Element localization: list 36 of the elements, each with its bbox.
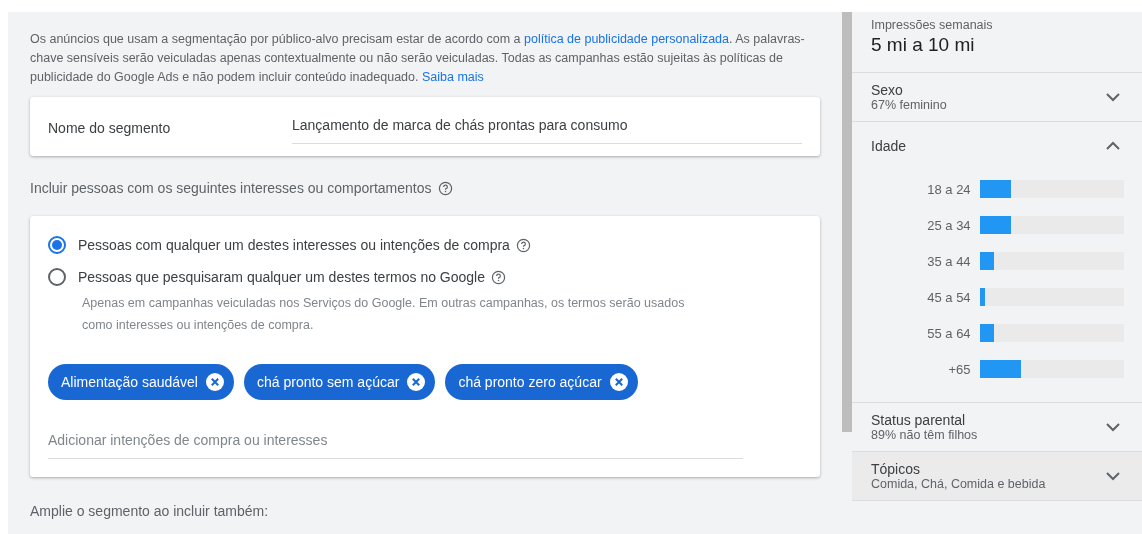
age-label: +65 xyxy=(947,361,971,377)
interest-chip[interactable]: chá pronto sem açúcar xyxy=(244,364,436,400)
impressions-label: Impressões semanais xyxy=(871,18,994,32)
policy-notice: Os anúncios que usam a segmentação por público-alvo precisam estar de acordo com a política de publicidade personalizada. As palavras-chave sensíveis serão veiculadas apenas contextualmente ou não serão veiculadas. Todas as campanhas estão sujeitas às políticas de publicidade do Google Ads e não podem incluir conteúdo inadequado. Saiba mais xyxy=(30,31,806,86)
help-icon[interactable] xyxy=(491,269,506,285)
help-icon[interactable] xyxy=(515,237,531,253)
option-label: Pessoas com qualquer um destes interesses ou intenções de compra xyxy=(78,237,510,253)
remove-icon[interactable] xyxy=(206,373,224,391)
learn-more-link[interactable]: Saiba mais xyxy=(421,70,484,84)
section-summary: 89% não têm filhos xyxy=(871,428,978,442)
segment-name-field[interactable]: Lançamento de marca de chás prontas para consumo xyxy=(292,111,802,144)
remove-icon[interactable] xyxy=(407,373,426,391)
section-title: Idade xyxy=(871,138,907,154)
section-summary: 67% feminino xyxy=(871,98,947,112)
expand-heading: Amplie o segmento ao incluir também: xyxy=(30,503,270,519)
age-label: 55 a 64 xyxy=(926,325,971,341)
section-title: Tópicos xyxy=(871,461,922,477)
age-label: 45 a 54 xyxy=(926,289,971,305)
scrollbar-thumb[interactable] xyxy=(842,12,852,432)
age-label: 35 a 44 xyxy=(926,253,971,269)
radio-button[interactable] xyxy=(48,236,66,254)
remove-icon[interactable] xyxy=(609,373,628,391)
age-label: 18 a 24 xyxy=(926,181,971,197)
help-icon[interactable] xyxy=(437,180,453,196)
option-label: Pessoas que pesquisaram qualquer um destes termos no Google xyxy=(78,269,485,285)
include-heading: Incluir pessoas com os seguintes interesses ou comportamentos xyxy=(30,180,432,196)
section-title: Sexo xyxy=(871,82,904,98)
section-title: Status parental xyxy=(871,412,967,428)
segment-name-label: Nome do segmento xyxy=(48,119,172,136)
interest-chip[interactable]: Alimentação saudável xyxy=(48,364,234,400)
option-note: Apenas em campanhas veiculadas nos Serviços do Google. Em outras campanhas, os termos serão usados como interesses ou intenções de compra. xyxy=(82,295,686,334)
impressions-value: 5 mi a 10 mi xyxy=(871,34,976,56)
interest-chip[interactable]: chá pronto zero açúcar xyxy=(445,364,638,400)
section-summary: Comida, Chá, Comida e bebida xyxy=(871,477,1046,491)
radio-button[interactable] xyxy=(48,268,66,286)
age-label: 25 a 34 xyxy=(926,217,971,233)
